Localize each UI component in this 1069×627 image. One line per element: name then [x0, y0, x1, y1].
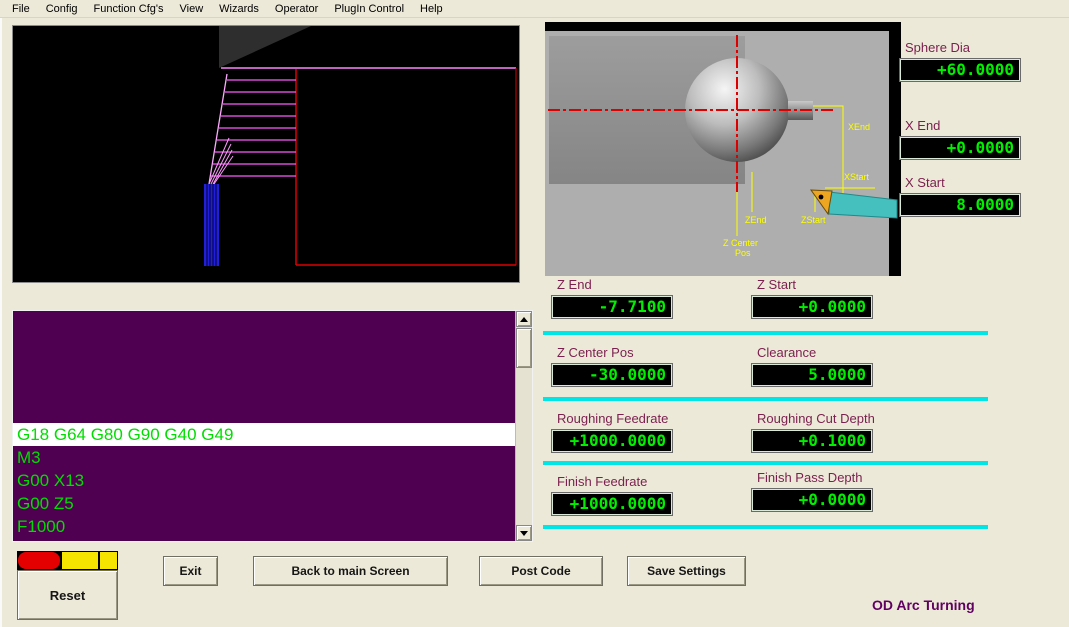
diagram-label-x-end: XEnd	[848, 122, 870, 132]
diagram-label-z-center-2: Pos	[735, 248, 751, 258]
separator-bar	[543, 461, 988, 465]
gcode-current-line: G18 G64 G80 G90 G40 G49	[13, 423, 515, 446]
gcode-lines: G18 G64 G80 G90 G40 G49 M3 G00 X13 G00 Z…	[13, 311, 515, 541]
gcode-empty-area	[13, 311, 515, 423]
reset-led-yellow-segment	[100, 552, 117, 569]
back-to-main-button[interactable]: Back to main Screen	[253, 556, 448, 586]
gcode-line: G00 Z5	[17, 494, 74, 513]
field-roughing-cut-depth: Roughing Cut Depth +0.1000	[752, 411, 875, 452]
reset-led-red-segment	[18, 552, 60, 569]
field-x-start: X Start 8.0000	[900, 175, 1020, 216]
separator-bar	[543, 331, 988, 335]
z-end-display[interactable]: -7.7100	[552, 296, 672, 318]
field-finish-feedrate: Finish Feedrate +1000.0000	[552, 474, 672, 515]
menu-operator[interactable]: Operator	[267, 1, 326, 17]
gcode-line: M3	[17, 448, 41, 467]
gcode-scrollbar[interactable]	[515, 311, 532, 541]
roughing-cut-depth-display[interactable]: +0.1000	[752, 430, 872, 452]
z-center-pos-label: Z Center Pos	[557, 345, 634, 360]
tool-tip-dot	[818, 194, 824, 200]
reset-led-yellow-segment	[61, 552, 99, 569]
diagram-label-z-end: ZEnd	[745, 215, 767, 225]
finish-pass-depth-display[interactable]: +0.0000	[752, 489, 872, 511]
z-start-label: Z Start	[757, 277, 797, 292]
clearance-display[interactable]: 5.0000	[752, 364, 872, 386]
gcode-line: G00 X13	[17, 471, 85, 490]
menu-view[interactable]: View	[172, 1, 212, 17]
field-z-center-pos: Z Center Pos -30.0000	[552, 345, 672, 386]
x-end-label: X End	[905, 118, 941, 133]
field-x-end: X End +0.0000	[900, 118, 1020, 159]
gcode-line: F1000	[17, 517, 66, 536]
od-arc-turning-wizard: File Config Function Cfg's View Wizards …	[0, 0, 1069, 627]
x-end-display[interactable]: +0.0000	[900, 137, 1020, 159]
roughing-cut-depth-label: Roughing Cut Depth	[757, 411, 875, 426]
x-start-label: X Start	[905, 175, 945, 190]
field-z-start: Z Start +0.0000	[752, 277, 872, 318]
arc-diagram-panel: XEnd XStart ZEnd ZStart Z Center Pos	[545, 22, 901, 276]
field-roughing-feedrate: Roughing Feedrate +1000.0000	[552, 411, 672, 452]
menu-bar: File Config Function Cfg's View Wizards …	[0, 0, 1069, 18]
field-sphere-dia: Sphere Dia +60.0000	[900, 40, 1020, 81]
roughing-feedrate-label: Roughing Feedrate	[557, 411, 669, 426]
gcode-window: G18 G64 G80 G90 G40 G49 M3 G00 X13 G00 Z…	[12, 310, 533, 542]
diagram-label-z-center-1: Z Center	[723, 238, 758, 248]
sphere-dia-label: Sphere Dia	[905, 40, 971, 55]
scrollbar-track[interactable]	[516, 327, 532, 525]
post-code-button[interactable]: Post Code	[479, 556, 603, 586]
arrow-up-icon	[520, 316, 528, 322]
toolpath-graphic	[13, 26, 519, 282]
finish-feedrate-label: Finish Feedrate	[557, 474, 648, 489]
finish-pass-depth-label: Finish Pass Depth	[757, 470, 863, 485]
diagram-graphic: XEnd XStart ZEnd ZStart Z Center Pos	[545, 22, 901, 276]
menu-plugin-control[interactable]: PlugIn Control	[326, 1, 412, 17]
save-settings-button[interactable]: Save Settings	[627, 556, 746, 586]
separator-bar	[543, 397, 988, 401]
menu-help[interactable]: Help	[412, 1, 451, 17]
menu-wizards[interactable]: Wizards	[211, 1, 267, 17]
arrow-down-icon	[520, 530, 528, 536]
toolpath-preview-panel	[12, 25, 520, 283]
scroll-down-button[interactable]	[516, 525, 532, 541]
clearance-label: Clearance	[757, 345, 817, 360]
field-clearance: Clearance 5.0000	[752, 345, 872, 386]
reset-button[interactable]: Reset	[17, 570, 118, 620]
sphere-dia-display[interactable]: +60.0000	[900, 59, 1020, 81]
z-end-label: Z End	[557, 277, 592, 292]
menu-file[interactable]: File	[4, 1, 38, 17]
page-title: OD Arc Turning	[872, 597, 975, 613]
field-z-end: Z End -7.7100	[552, 277, 672, 318]
z-center-pos-display[interactable]: -30.0000	[552, 364, 672, 386]
reset-led-bar	[17, 551, 118, 570]
field-finish-pass-depth: Finish Pass Depth +0.0000	[752, 470, 872, 511]
x-start-display[interactable]: 8.0000	[900, 194, 1020, 216]
menu-config[interactable]: Config	[38, 1, 86, 17]
diagram-label-x-start: XStart	[844, 172, 870, 182]
scrollbar-thumb[interactable]	[516, 328, 532, 368]
finish-feedrate-display[interactable]: +1000.0000	[552, 493, 672, 515]
scroll-up-button[interactable]	[516, 311, 532, 327]
menu-function-cfgs[interactable]: Function Cfg's	[86, 1, 172, 17]
z-start-display[interactable]: +0.0000	[752, 296, 872, 318]
diagram-label-z-start: ZStart	[801, 215, 826, 225]
separator-bar	[543, 525, 988, 529]
roughing-feedrate-display[interactable]: +1000.0000	[552, 430, 672, 452]
exit-button[interactable]: Exit	[163, 556, 218, 586]
